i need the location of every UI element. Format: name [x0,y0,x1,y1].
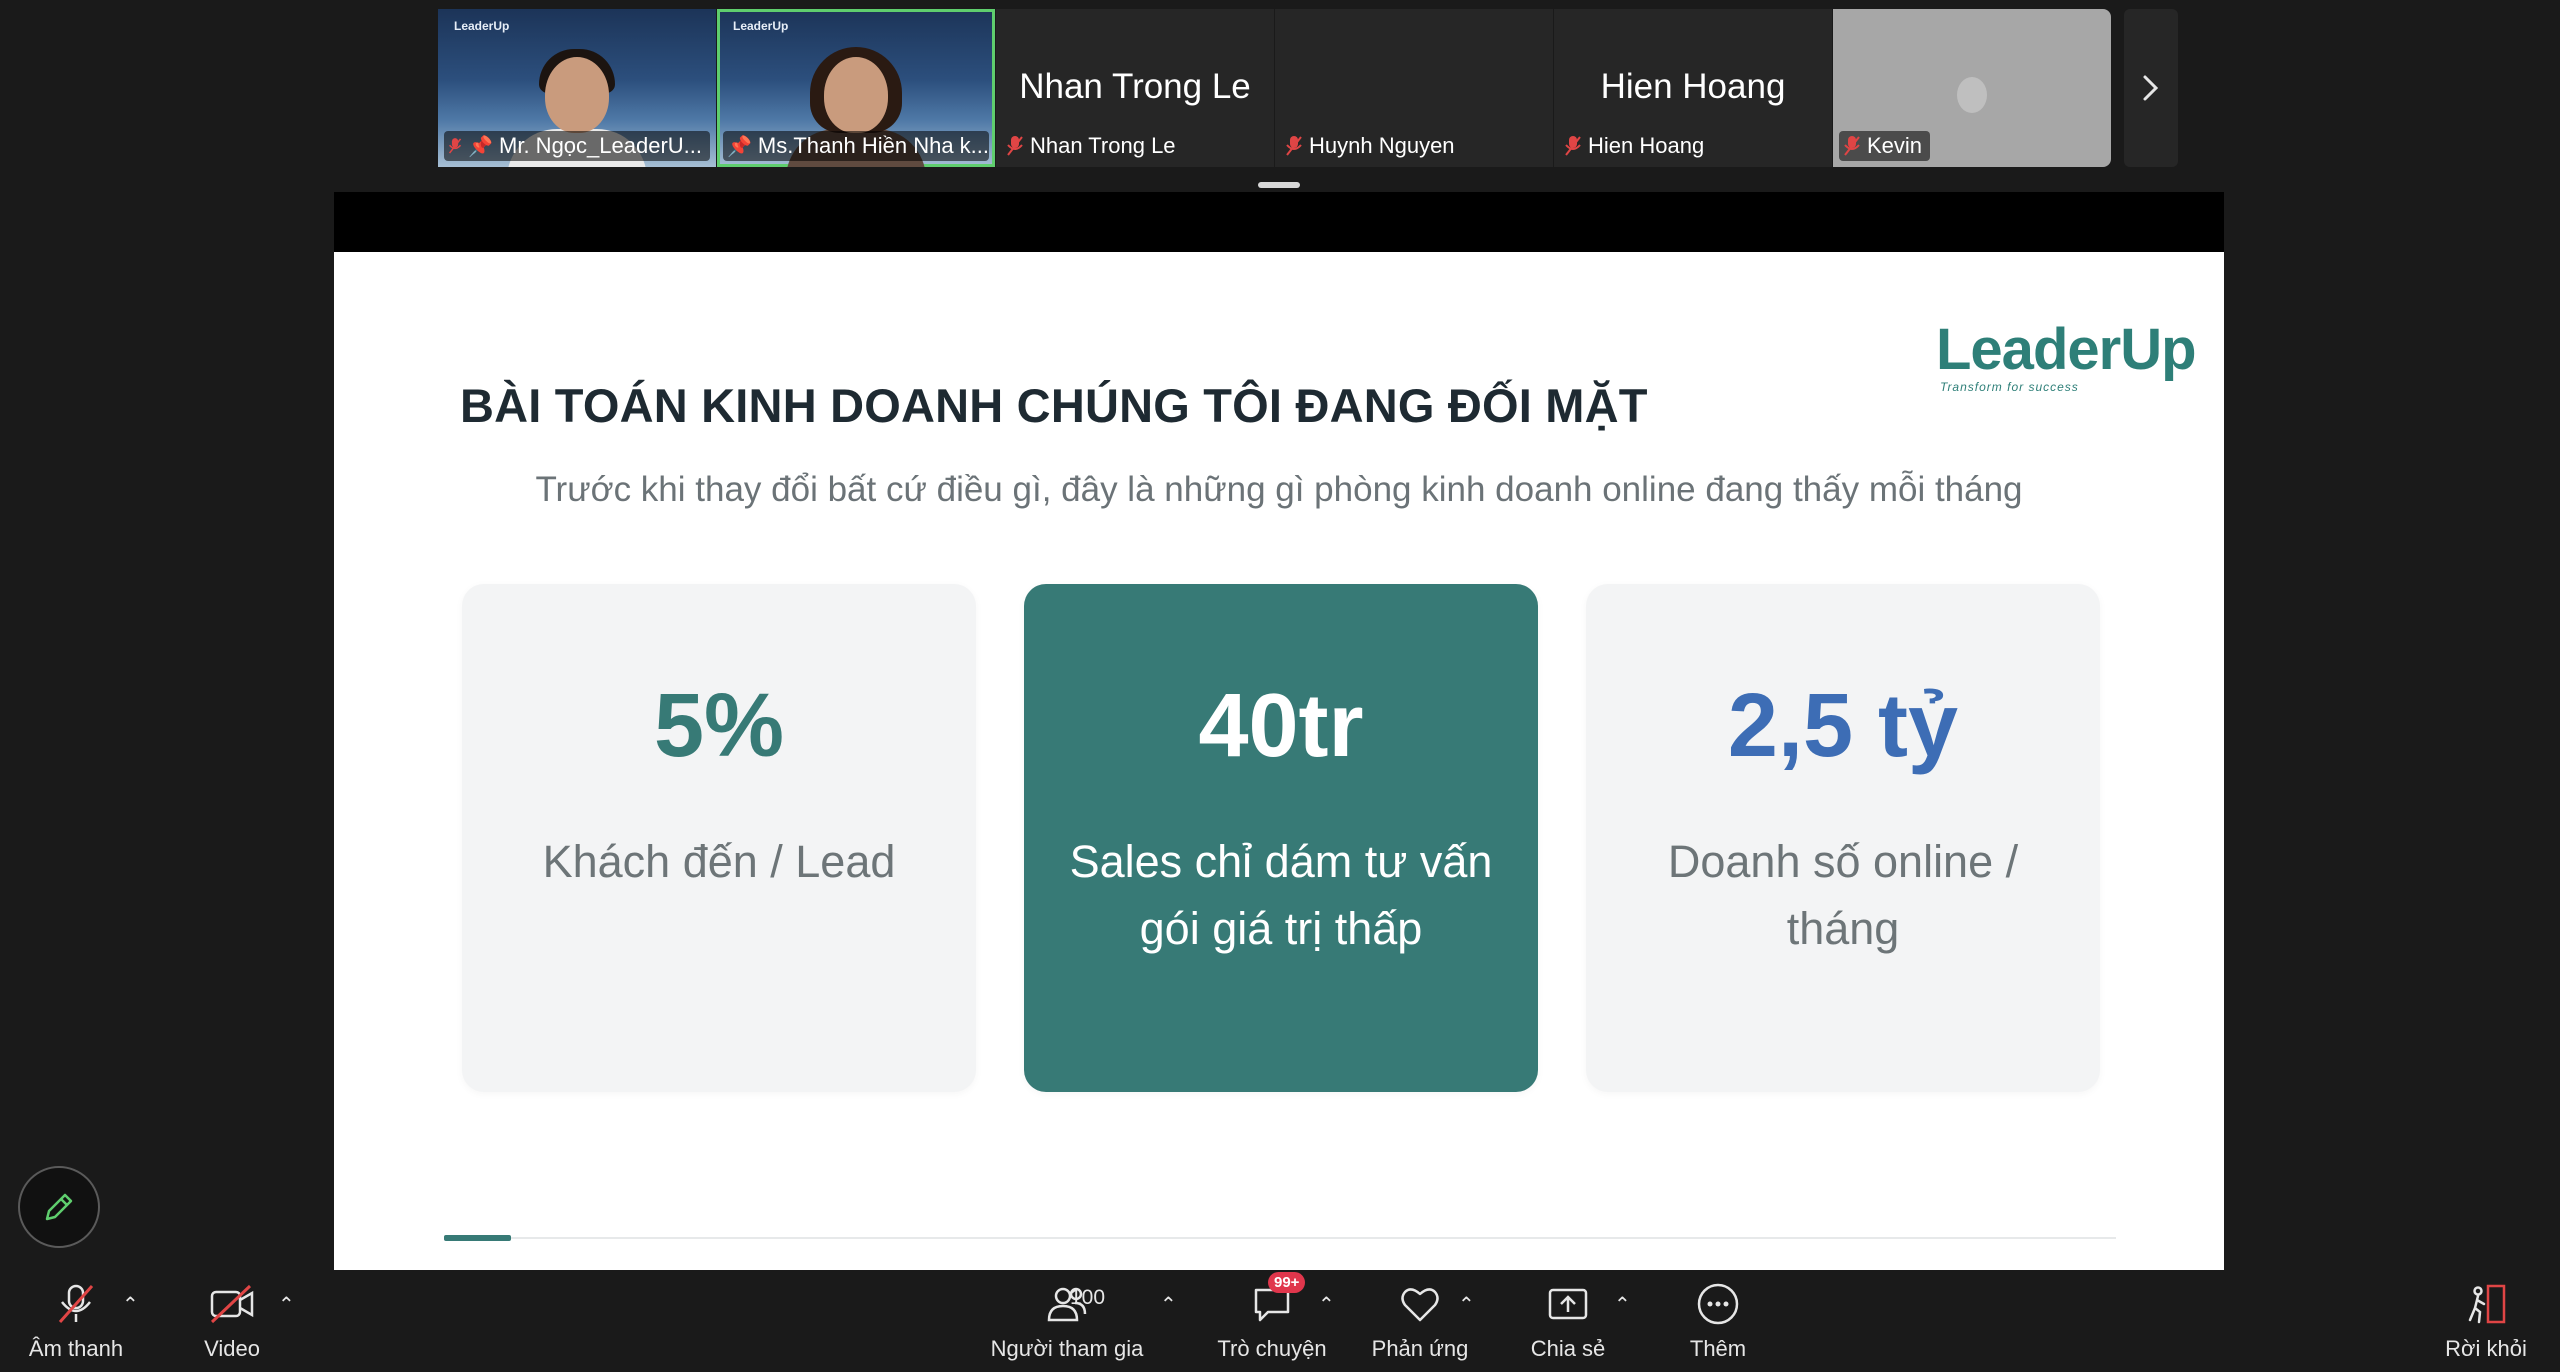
participant-label: Nhan Trong Le [1002,131,1184,161]
participant-name: Huynh Nguyen [1309,133,1455,158]
chevron-right-icon [2143,75,2159,101]
stat-cards: 5% Khách đến / Lead 40tr Sales chỉ dám t… [462,584,2100,1092]
participant-name: Nhan Trong Le [1030,133,1176,158]
stat-card: 5% Khách đến / Lead [462,584,976,1092]
brand-name: LeaderUp [1936,317,2197,382]
participant-label: Kevin [1839,131,1931,161]
chat-label: Trò chuyện [1217,1336,1327,1361]
reactions-label: Phản ứng [1371,1336,1469,1361]
participant-label: Hien Hoang [1560,131,1712,161]
participant-tile[interactable]: Huynh Nguyen [1275,9,1553,167]
chat-button[interactable]: 99+ Trò chuyện [1212,1270,1332,1372]
strip-resize-handle[interactable] [1258,182,1300,188]
slide-title: BÀI TOÁN KINH DOANH CHÚNG TÔI ĐANG ĐỐI M… [460,379,1648,432]
leave-button[interactable]: Rời khỏi [2434,1270,2538,1372]
participants-count: 100 [1070,1286,1106,1309]
chat-options-caret[interactable]: ⌃ [1318,1292,1340,1316]
annotate-button[interactable] [18,1166,100,1248]
more-icon [1697,1283,1739,1325]
mic-muted-icon [58,1284,94,1323]
stat-card-highlight: 40tr Sales chỉ dám tư vấn gói giá trị th… [1024,584,1538,1092]
audio-button[interactable]: Âm thanh [20,1270,132,1372]
chat-unread-badge: 99+ [1268,1272,1306,1293]
participant-tile[interactable]: LeaderUp 📌 Mr. Ngọc_LeaderU... [438,9,716,167]
participants-button[interactable]: 100 Người tham gia [988,1270,1146,1372]
stat-description: Sales chỉ dám tư vấn gói giá trị thấp [1069,836,1493,954]
meeting-toolbar: Âm thanh ⌃ Video ⌃ 100 Người tham gia ⌃ … [0,1270,2560,1372]
tile-logo: LeaderUp [733,19,789,33]
participant-name: Hien Hoang [1588,133,1705,158]
stat-value: 5% [653,676,785,776]
avatar [1957,77,1987,113]
participant-tile-active-speaker[interactable]: LeaderUp 📌 Ms.Thanh Hiền Nha k... [717,9,995,167]
mic-muted-icon [1565,136,1581,156]
participant-label: 📌 Ms.Thanh Hiền Nha k... [723,131,989,161]
share-label: Chia sẻ [1530,1336,1606,1361]
share-screen-icon [1548,1288,1588,1320]
video-options-caret[interactable]: ⌃ [278,1292,300,1316]
meeting-window: LeaderUp 📌 Mr. Ngọc_LeaderU... LeaderUp … [0,0,2560,1372]
slide-subtitle: Trước khi thay đổi bất cứ điều gì, đây l… [535,470,2023,509]
stat-description: Khách đến / Lead [542,836,896,887]
more-button[interactable]: Thêm [1672,1270,1764,1372]
heart-icon [1401,1288,1439,1322]
more-label: Thêm [1689,1336,1747,1361]
participant-tile[interactable]: Nhan Trong Le Nhan Trong Le [996,9,1274,167]
mic-muted-icon [1844,136,1860,156]
share-button[interactable]: Chia sẻ [1522,1270,1614,1372]
audio-label: Âm thanh [28,1336,124,1361]
stat-card: 2,5 tỷ Doanh số online / tháng [1586,584,2100,1092]
pin-icon: 📌 [727,135,752,158]
mic-muted-icon [1286,136,1302,156]
video-label: Video [204,1336,260,1361]
audio-options-caret[interactable]: ⌃ [122,1292,144,1316]
participant-label: Huynh Nguyen [1281,131,1463,161]
video-off-icon [210,1284,254,1324]
pencil-icon [45,1193,73,1221]
reactions-options-caret[interactable]: ⌃ [1458,1292,1480,1316]
participants-label: Người tham gia [990,1336,1144,1361]
participant-name: Ms.Thanh Hiền Nha k... [757,133,989,158]
shared-slide: LeaderUp Transform for success BÀI TOÁN … [334,252,2224,1270]
participant-display-name: Nhan Trong Le [1019,67,1251,107]
mic-muted-icon [1007,136,1023,156]
participants-options-caret[interactable]: ⌃ [1160,1292,1182,1316]
stat-value: 40tr [1198,676,1364,776]
share-top-bar [334,192,2224,252]
leave-icon [2468,1284,2506,1324]
participant-label: 📌 Mr. Ngọc_LeaderU... [444,131,710,161]
participant-tile[interactable]: Kevin [1833,9,2111,167]
reactions-button[interactable]: Phản ứng [1368,1270,1472,1372]
slide-progress-fill [444,1235,511,1241]
pin-icon: 📌 [468,135,494,158]
slide-progress-track [444,1237,2116,1239]
brand-tagline: Transform for success [1940,380,2079,394]
leave-label: Rời khỏi [2445,1336,2527,1361]
share-options-caret[interactable]: ⌃ [1614,1292,1636,1316]
mic-muted-icon [448,138,462,154]
brand-logo: LeaderUp Transform for success [1936,317,2197,395]
stat-description: Doanh số online / tháng [1667,836,2019,954]
participant-tile[interactable]: Hien Hoang Hien Hoang [1554,9,1832,167]
next-page-button[interactable] [2124,9,2178,167]
tile-logo: LeaderUp [454,19,510,33]
participant-display-name: Hien Hoang [1600,67,1786,107]
participant-name: Mr. Ngọc_LeaderU... [499,133,702,158]
stat-value: 2,5 tỷ [1727,676,1959,776]
video-button[interactable]: Video [186,1270,278,1372]
participant-name: Kevin [1867,133,1923,158]
participant-strip: LeaderUp 📌 Mr. Ngọc_LeaderU... LeaderUp … [438,9,2120,167]
